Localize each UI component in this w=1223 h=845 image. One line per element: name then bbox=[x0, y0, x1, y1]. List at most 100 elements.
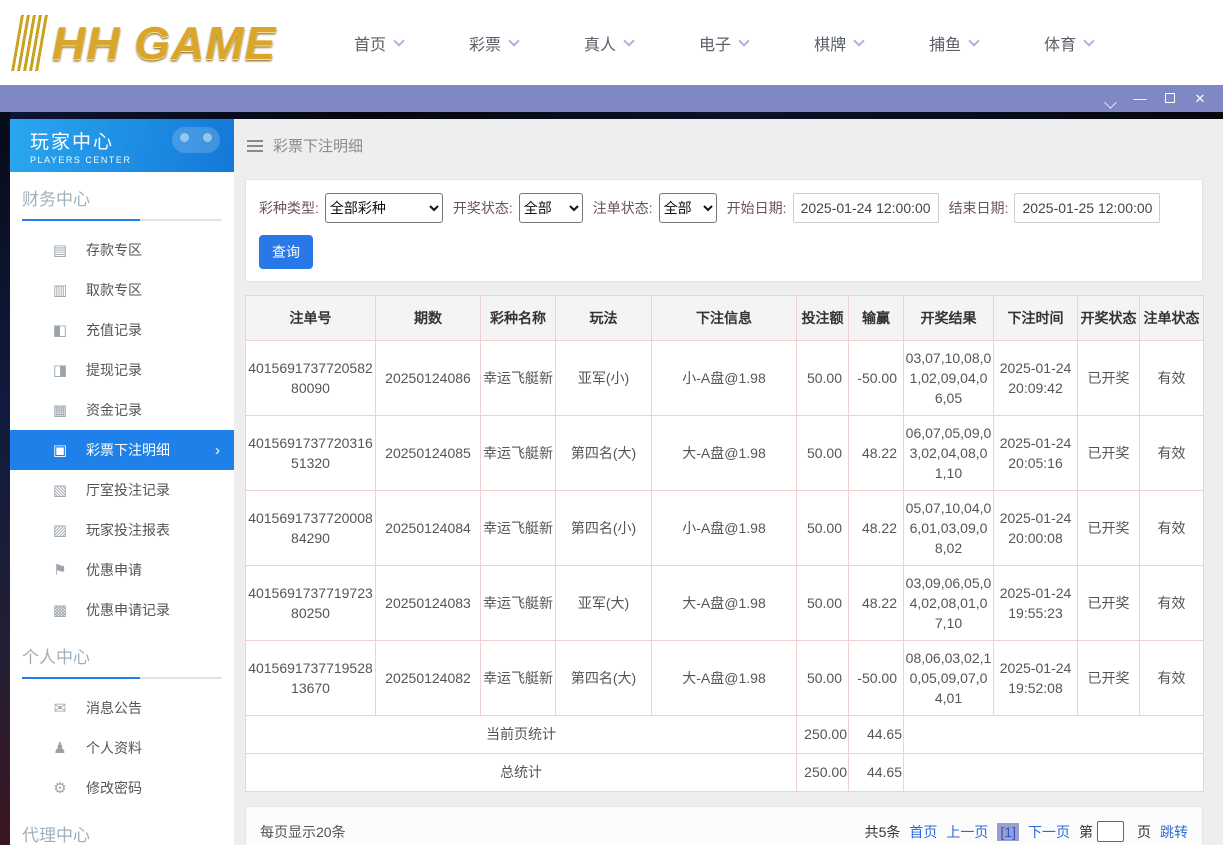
sidebar-item-label: 个人资料 bbox=[86, 740, 142, 756]
start-date-input[interactable] bbox=[792, 193, 939, 223]
first-page-link[interactable]: 首页 bbox=[909, 822, 937, 842]
menu-item-live[interactable]: 真人 bbox=[584, 31, 635, 55]
summary-row-current-page: 当前页统计 250.00 44.65 bbox=[245, 715, 1204, 754]
cell-bet-time: 2025-01-24 20:00:08 bbox=[993, 490, 1078, 566]
cell-order-status: 有效 bbox=[1139, 340, 1204, 416]
menu-item-sports[interactable]: 体育 bbox=[1044, 31, 1095, 55]
cell-lottery-name: 幸运飞艇新 bbox=[480, 565, 556, 641]
col-period: 期数 bbox=[375, 295, 481, 341]
jump-label-prefix: 第 bbox=[1079, 823, 1093, 840]
current-page-badge[interactable]: [1] bbox=[997, 822, 1019, 841]
menu-item-fishing[interactable]: 捕鱼 bbox=[929, 31, 980, 55]
cell-bet-time: 2025-01-24 20:05:16 bbox=[993, 415, 1078, 491]
cell-bet-info: 大-A盘@1.98 bbox=[651, 640, 797, 716]
sidebar-item-hall-bet-records[interactable]: ▧ 厅室投注记录 bbox=[10, 470, 234, 510]
summary-bet-total: 250.00 bbox=[796, 753, 849, 792]
sidebar-item-label: 提现记录 bbox=[86, 362, 142, 378]
cell-lottery-name: 幸运飞艇新 bbox=[480, 640, 556, 716]
section-title-agent: 代理中心 bbox=[22, 826, 90, 845]
window-dropdown-chevron-icon[interactable] bbox=[1104, 95, 1117, 109]
promo-ticket-icon: ⚑ bbox=[53, 562, 67, 579]
table-row: 401569173772058280090 20250124086 幸运飞艇新 … bbox=[245, 340, 1204, 416]
total-count-text: 共5条 bbox=[864, 823, 901, 840]
cell-bet-amount: 50.00 bbox=[796, 640, 849, 716]
cell-bet-amount: 50.00 bbox=[796, 490, 849, 566]
summary-bet-total: 250.00 bbox=[796, 715, 849, 754]
sidebar-item-fund-records[interactable]: ▦ 资金记录 bbox=[10, 390, 234, 430]
sidebar-item-withdraw-zone[interactable]: ▥ 取款专区 bbox=[10, 270, 234, 310]
cell-win-loss: -50.00 bbox=[848, 640, 904, 716]
cell-lottery-name: 幸运飞艇新 bbox=[480, 340, 556, 416]
jump-button[interactable]: 跳转 bbox=[1160, 822, 1188, 842]
funds-icon: ▦ bbox=[52, 402, 68, 419]
sidebar-item-player-bet-report[interactable]: ▨ 玩家投注报表 bbox=[10, 510, 234, 550]
sidebar-item-change-password[interactable]: ⚙ 修改密码 bbox=[10, 768, 234, 808]
cell-win-loss: 48.22 bbox=[848, 490, 904, 566]
lottery-type-label: 彩种类型: bbox=[259, 200, 319, 216]
sidebar-item-label: 修改密码 bbox=[86, 780, 142, 796]
sidebar-item-withdrawal-records[interactable]: ◨ 提现记录 bbox=[10, 350, 234, 390]
next-page-link[interactable]: 下一页 bbox=[1028, 822, 1070, 842]
window-minimize-button[interactable]: — bbox=[1125, 85, 1155, 112]
menu-item-lottery[interactable]: 彩票 bbox=[469, 31, 520, 55]
menu-item-label: 真人 bbox=[584, 36, 617, 54]
window-close-button[interactable]: ✕ bbox=[1185, 85, 1215, 112]
sidebar-item-label: 优惠申请 bbox=[86, 562, 142, 578]
chevron-down-icon bbox=[508, 34, 520, 47]
top-navbar: HH GAME 首页 彩票 真人 电子 棋牌 捕鱼 体育 bbox=[0, 0, 1223, 85]
table-header-row: 注单号 期数 彩种名称 玩法 下注信息 投注额 输赢 开奖结果 下注时间 开奖状… bbox=[245, 295, 1204, 341]
cell-win-loss: 48.22 bbox=[848, 565, 904, 641]
sidebar-item-messages[interactable]: ✉ 消息公告 bbox=[10, 688, 234, 728]
hall-records-icon: ▧ bbox=[52, 482, 68, 499]
sidebar-item-promo-apply-records[interactable]: ▩ 优惠申请记录 bbox=[10, 590, 234, 630]
main-menu: 首页 彩票 真人 电子 棋牌 捕鱼 体育 bbox=[354, 31, 1159, 55]
cell-draw-status: 已开奖 bbox=[1077, 340, 1140, 416]
cell-draw-result: 05,07,10,04,06,01,03,09,08,02 bbox=[903, 490, 994, 566]
query-button[interactable]: 查询 bbox=[259, 235, 313, 269]
table-row: 401569173771972380250 20250124083 幸运飞艇新 … bbox=[245, 565, 1204, 641]
order-status-select[interactable]: 全部 bbox=[658, 193, 717, 223]
draw-status-select[interactable]: 全部 bbox=[518, 193, 583, 223]
cell-period: 20250124085 bbox=[375, 415, 481, 491]
cell-play-type: 亚军(大) bbox=[555, 565, 652, 641]
prev-page-link[interactable]: 上一页 bbox=[946, 822, 988, 842]
sidebar-item-label: 玩家投注报表 bbox=[86, 522, 170, 538]
sidebar: 玩家中心 PLAYERS CENTER 财务中心 ▤ 存款专区 ▥ 取款专区 ◧… bbox=[10, 119, 234, 845]
sidebar-item-deposit-zone[interactable]: ▤ 存款专区 bbox=[10, 230, 234, 270]
menu-item-label: 体育 bbox=[1044, 36, 1077, 54]
section-divider bbox=[22, 677, 222, 679]
menu-item-label: 彩票 bbox=[469, 36, 502, 54]
chevron-down-icon bbox=[853, 34, 865, 47]
menu-item-board-games[interactable]: 棋牌 bbox=[814, 31, 865, 55]
sidebar-item-label: 优惠申请记录 bbox=[86, 602, 170, 618]
menu-item-label: 首页 bbox=[354, 36, 387, 54]
cell-draw-status: 已开奖 bbox=[1077, 490, 1140, 566]
cell-play-type: 第四名(小) bbox=[555, 490, 652, 566]
list-icon: ▣ bbox=[52, 442, 68, 459]
end-date-input[interactable] bbox=[1014, 193, 1161, 223]
main-content: 彩票下注明细 彩种类型: 全部彩种 开奖状态: 全部 注单状态: 全部 开始日期… bbox=[234, 119, 1223, 845]
table-row: 401569173771952813670 20250124082 幸运飞艇新 … bbox=[245, 640, 1204, 716]
brand-logo[interactable]: HH GAME bbox=[11, 14, 296, 71]
cell-order-status: 有效 bbox=[1139, 640, 1204, 716]
chevron-down-icon bbox=[623, 34, 635, 47]
window-maximize-button[interactable] bbox=[1155, 85, 1185, 112]
logo-stripes-decoration bbox=[11, 14, 51, 71]
summary-winloss-total: 44.65 bbox=[848, 715, 904, 754]
cell-lottery-name: 幸运飞艇新 bbox=[480, 490, 556, 566]
sidebar-item-label: 充值记录 bbox=[86, 322, 142, 338]
sidebar-item-lottery-bet-details[interactable]: ▣ 彩票下注明细 › bbox=[10, 430, 234, 470]
gear-icon: ⚙ bbox=[53, 780, 67, 797]
sidebar-item-profile[interactable]: ♟ 个人资料 bbox=[10, 728, 234, 768]
window-titlebar: — ✕ bbox=[0, 85, 1223, 112]
jump-page-input[interactable] bbox=[1097, 821, 1124, 842]
lottery-type-select[interactable]: 全部彩种 bbox=[324, 193, 443, 223]
col-win-loss: 输赢 bbox=[848, 295, 904, 341]
sidebar-item-recharge-records[interactable]: ◧ 充值记录 bbox=[10, 310, 234, 350]
menu-item-home[interactable]: 首页 bbox=[354, 31, 405, 55]
cell-period: 20250124082 bbox=[375, 640, 481, 716]
sidebar-item-promo-apply[interactable]: ⚑ 优惠申请 bbox=[10, 550, 234, 590]
hamburger-icon[interactable] bbox=[247, 139, 263, 152]
cell-period: 20250124084 bbox=[375, 490, 481, 566]
menu-item-electronic[interactable]: 电子 bbox=[699, 31, 750, 55]
